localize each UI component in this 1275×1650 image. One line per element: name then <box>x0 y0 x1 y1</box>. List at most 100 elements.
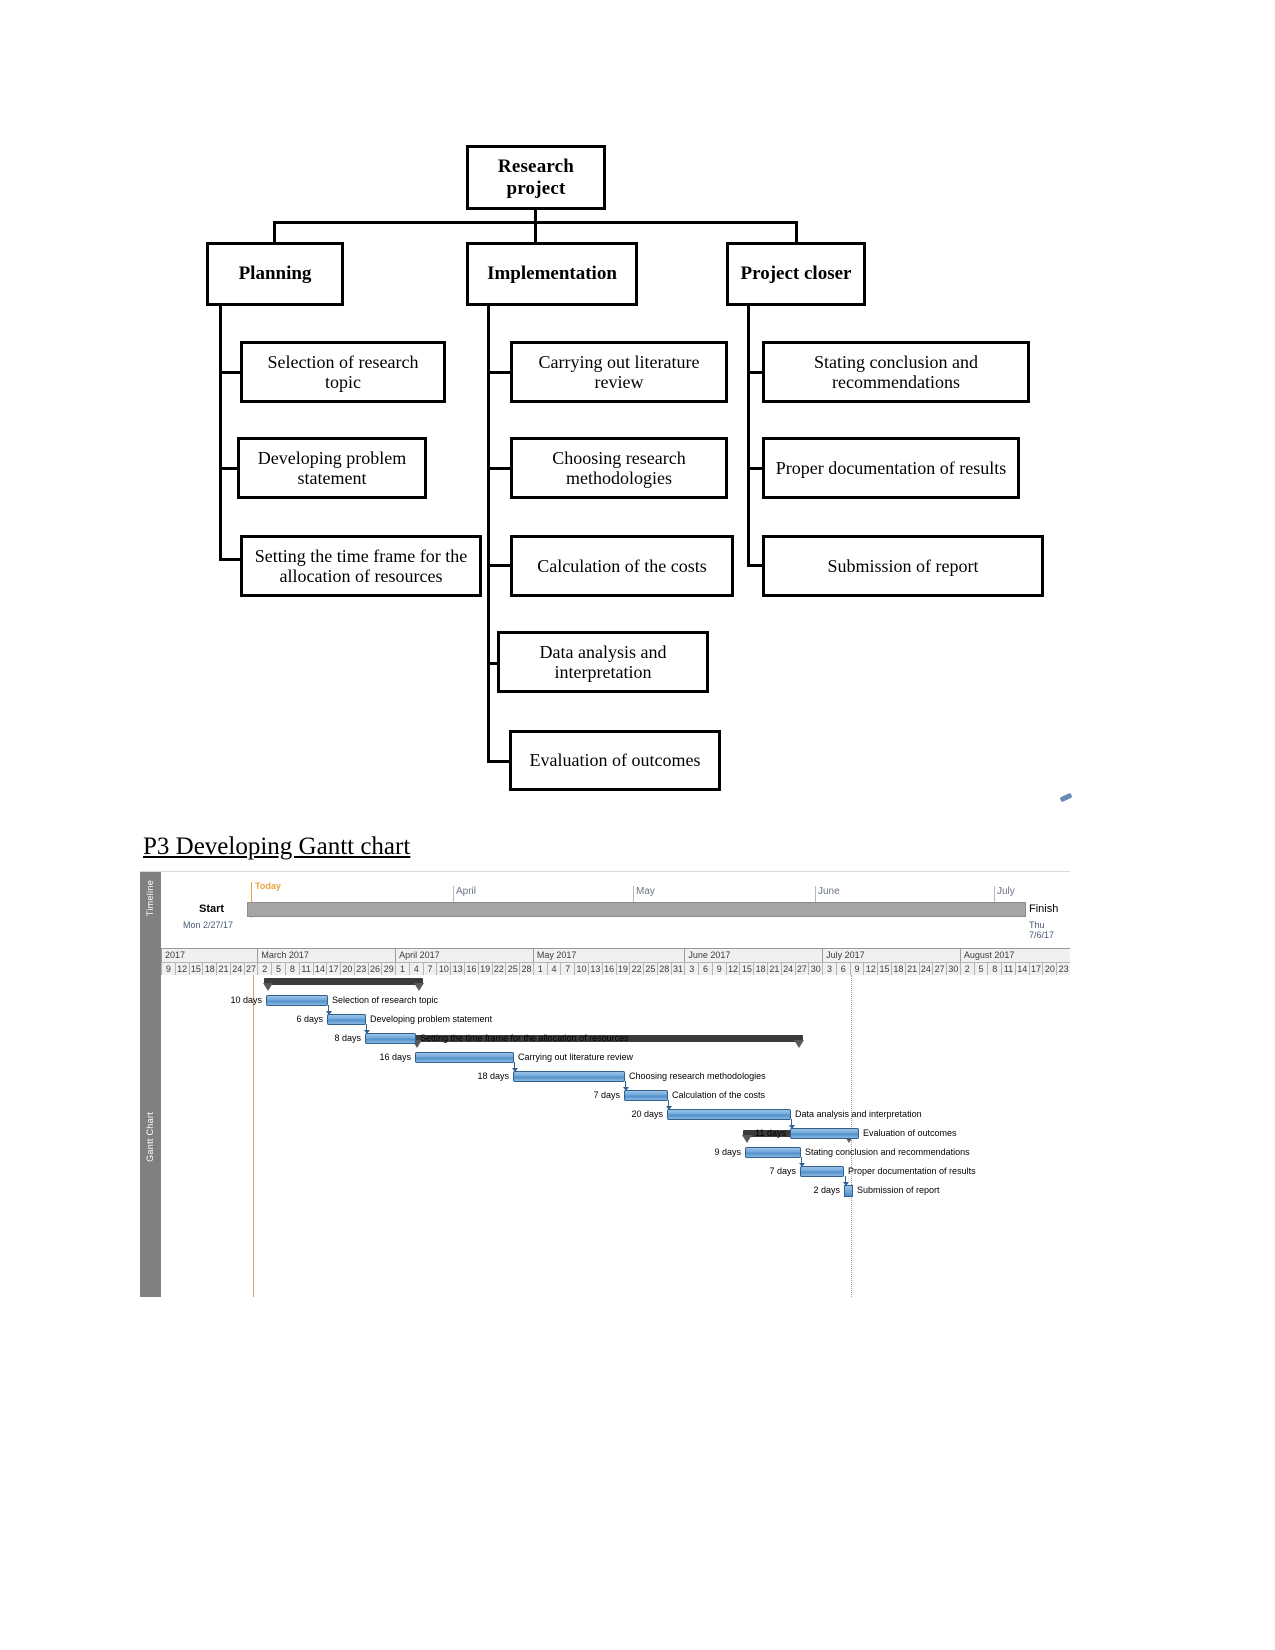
gantt-month-cell: March 2017 <box>257 949 395 962</box>
wbs-leaf-carrying-out-literature-review: Carrying out literature review <box>510 341 728 403</box>
gantt-task-label: Calculation of the costs <box>672 1090 766 1100</box>
wbs-leaf-evaluation-of-outcomes: Evaluation of outcomes <box>509 730 721 791</box>
timeline-tick-april <box>453 886 454 902</box>
gantt-task-label: Choosing research methodologies <box>629 1071 766 1081</box>
gantt-task-bar[interactable] <box>745 1147 801 1158</box>
wbs-leaf-label: Developing problem statement <box>257 447 407 488</box>
connector-elbow <box>487 371 511 374</box>
gantt-month-cell: April 2017 <box>395 949 533 962</box>
connector-drop-planning <box>273 221 276 244</box>
gantt-day-cell: 25 <box>505 962 519 976</box>
wbs-leaf-choosing-research-methodologies: Choosing research methodologies <box>510 437 728 499</box>
gantt-timescale-header: 2017 March 2017 April 2017 May 2017 June 201… <box>161 948 1070 977</box>
gantt-day-cell: 18 <box>202 962 216 976</box>
gantt-month-cell: August 2017 <box>959 949 1070 962</box>
connector-rail-planning <box>219 306 222 561</box>
gantt-task-bar[interactable] <box>800 1166 844 1177</box>
gantt-day-cell: 4 <box>408 962 423 976</box>
gantt-task-label: Carrying out literature review <box>518 1052 634 1062</box>
gantt-day-cell: 9 <box>161 962 175 976</box>
gantt-task-bar[interactable] <box>624 1090 668 1101</box>
gantt-milestone-marker[interactable] <box>844 1185 853 1197</box>
gantt-duration-label: 20 days <box>631 1109 663 1119</box>
gantt-day-cell: 21 <box>216 962 230 976</box>
connector-elbow <box>219 371 241 374</box>
gantt-task-bar[interactable] <box>790 1128 859 1139</box>
gantt-day-cell: 9 <box>711 962 726 976</box>
gantt-day-cell: 23 <box>1056 962 1070 976</box>
gantt-month-cell: 2017 <box>161 949 257 962</box>
gantt-day-cell: 24 <box>780 962 795 976</box>
gantt-summary-bar[interactable] <box>263 978 424 991</box>
connector-elbow <box>219 558 241 561</box>
gantt-day-cell: 16 <box>464 962 478 976</box>
gantt-duration-label: 2 days <box>813 1185 840 1195</box>
wbs-branch-planning: Planning <box>206 242 344 306</box>
gantt-day-cell: 19 <box>477 962 492 976</box>
connector-elbow <box>487 564 511 567</box>
gantt-day-cell: 2 <box>257 962 271 976</box>
gantt-month-cell: June 2017 <box>684 949 822 962</box>
gantt-duration-label: 18 days <box>477 1071 509 1081</box>
gantt-dependency-arrow <box>326 1011 332 1015</box>
gantt-task-bar[interactable] <box>327 1014 366 1025</box>
wbs-leaf-label: Proper documentation of results <box>775 457 1007 478</box>
wbs-leaf-calculation-of-the-costs: Calculation of the costs <box>510 535 734 597</box>
gantt-day-cell: 12 <box>863 962 877 976</box>
gantt-task-bar[interactable] <box>415 1052 514 1063</box>
wbs-leaf-label: Choosing research methodologies <box>552 447 686 488</box>
gantt-task-bar[interactable] <box>365 1033 416 1044</box>
gantt-day-cell: 9 <box>849 962 864 976</box>
gantt-day-cell: 11 <box>298 962 313 976</box>
connector-rail-implementation <box>487 306 490 761</box>
timeline-tick-june <box>815 886 816 902</box>
gantt-day-cell: 24 <box>918 962 933 976</box>
gantt-task-bar[interactable] <box>667 1109 791 1120</box>
gantt-day-cell: 6 <box>698 962 712 976</box>
gantt-day-cell: 22 <box>491 962 506 976</box>
gantt-task-label: Submission of report <box>857 1185 940 1195</box>
gantt-task-label: Stating conclusion and recommendations <box>805 1147 970 1157</box>
gantt-day-cell: 12 <box>725 962 740 976</box>
timeline-pane-label: Timeline <box>145 880 155 917</box>
gantt-dependency-arrow <box>623 1087 629 1091</box>
pane-side-rail <box>140 872 162 1297</box>
timeline-start-date: Mon 2/27/17 <box>183 920 234 930</box>
wbs-diagram: Research project Planning Implementation… <box>0 0 1275 830</box>
gantt-duration-label: 16 days <box>379 1052 411 1062</box>
gantt-day-cell: 19 <box>615 962 630 976</box>
wbs-leaf-label: Stating conclusion and recommendations <box>814 351 978 392</box>
timeline-month-april: April <box>456 886 477 897</box>
gantt-day-cell: 3 <box>822 962 836 976</box>
gantt-task-bar[interactable] <box>513 1071 625 1082</box>
gantt-day-cell: 1 <box>532 962 547 976</box>
page-title: P3 Developing Gantt chart <box>143 833 411 860</box>
connector-drop-closer <box>795 221 798 244</box>
gantt-task-label: Data analysis and interpretation <box>795 1109 922 1119</box>
gantt-day-cell: 18 <box>890 962 905 976</box>
gantt-day-cell: 30 <box>946 962 960 976</box>
gantt-chart-body[interactable]: 10 days Selection of research topic 6 days… <box>161 975 1070 1297</box>
gantt-task-label: Proper documentation of results <box>848 1166 976 1176</box>
timeline-month-june: June <box>818 886 840 897</box>
gantt-day-cell: 5 <box>271 962 285 976</box>
connector-drop-implementation <box>534 221 537 244</box>
connector-rail-closer <box>747 306 750 566</box>
wbs-leaf-stating-conclusion-and-recommendations: Stating conclusion and recommendations <box>762 341 1030 403</box>
gantt-task-label: Setting the time frame for the allocatio… <box>420 1033 629 1043</box>
gantt-task-bar[interactable] <box>266 995 328 1006</box>
gantt-day-cell: 14 <box>312 962 327 976</box>
gantt-day-cell: 18 <box>753 962 767 976</box>
timeline-project-bar[interactable] <box>247 902 1026 917</box>
gantt-day-cell: 4 <box>546 962 561 976</box>
gantt-day-cell: 17 <box>326 962 340 976</box>
gantt-day-cell: 27 <box>932 962 946 976</box>
gantt-day-cell: 7 <box>422 962 437 976</box>
connector-elbow <box>487 760 510 763</box>
gantt-dependency-arrow <box>512 1068 518 1072</box>
gantt-dependency-arrow <box>666 1106 672 1110</box>
timeline-today-label: Today <box>255 881 281 891</box>
gantt-day-cell: 15 <box>739 962 753 976</box>
gantt-day-cell: 16 <box>601 962 616 976</box>
wbs-leaf-label: Selection of research topic <box>267 351 419 392</box>
